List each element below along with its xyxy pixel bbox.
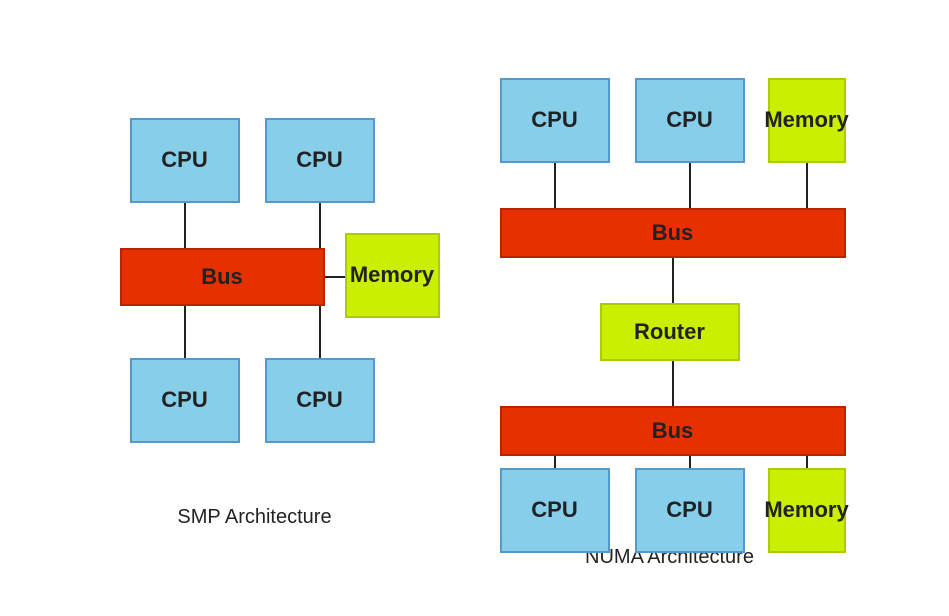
numa-bus-bottom: Bus (500, 406, 846, 456)
smp-cpu-bottom-right: CPU (265, 358, 375, 443)
smp-memory: Memory (345, 233, 440, 318)
smp-cpu-bottom-left: CPU (130, 358, 240, 443)
smp-architecture: CPU CPU Bus Memory CPU CPU SMP Architect… (100, 48, 410, 529)
diagram-container: CPU CPU Bus Memory CPU CPU SMP Architect… (70, 28, 880, 589)
smp-label: SMP Architecture (177, 506, 331, 529)
numa-cpu-top-right: CPU (635, 78, 745, 163)
numa-memory-top: Memory (768, 78, 846, 163)
numa-diagram: CPU CPU Memory Bus Router Bus CPU CPU (490, 48, 850, 528)
numa-bus-top: Bus (500, 208, 846, 258)
numa-memory-bottom: Memory (768, 468, 846, 553)
numa-cpu-bottom-left: CPU (500, 468, 610, 553)
numa-cpu-top-left: CPU (500, 78, 610, 163)
numa-router: Router (600, 303, 740, 361)
smp-cpu-top-right: CPU (265, 118, 375, 203)
numa-architecture: CPU CPU Memory Bus Router Bus CPU CPU (490, 48, 850, 569)
smp-cpu-top-left: CPU (130, 118, 240, 203)
numa-cpu-bottom-middle: CPU (635, 468, 745, 553)
smp-diagram: CPU CPU Bus Memory CPU CPU (100, 48, 410, 488)
smp-bus: Bus (120, 248, 325, 306)
